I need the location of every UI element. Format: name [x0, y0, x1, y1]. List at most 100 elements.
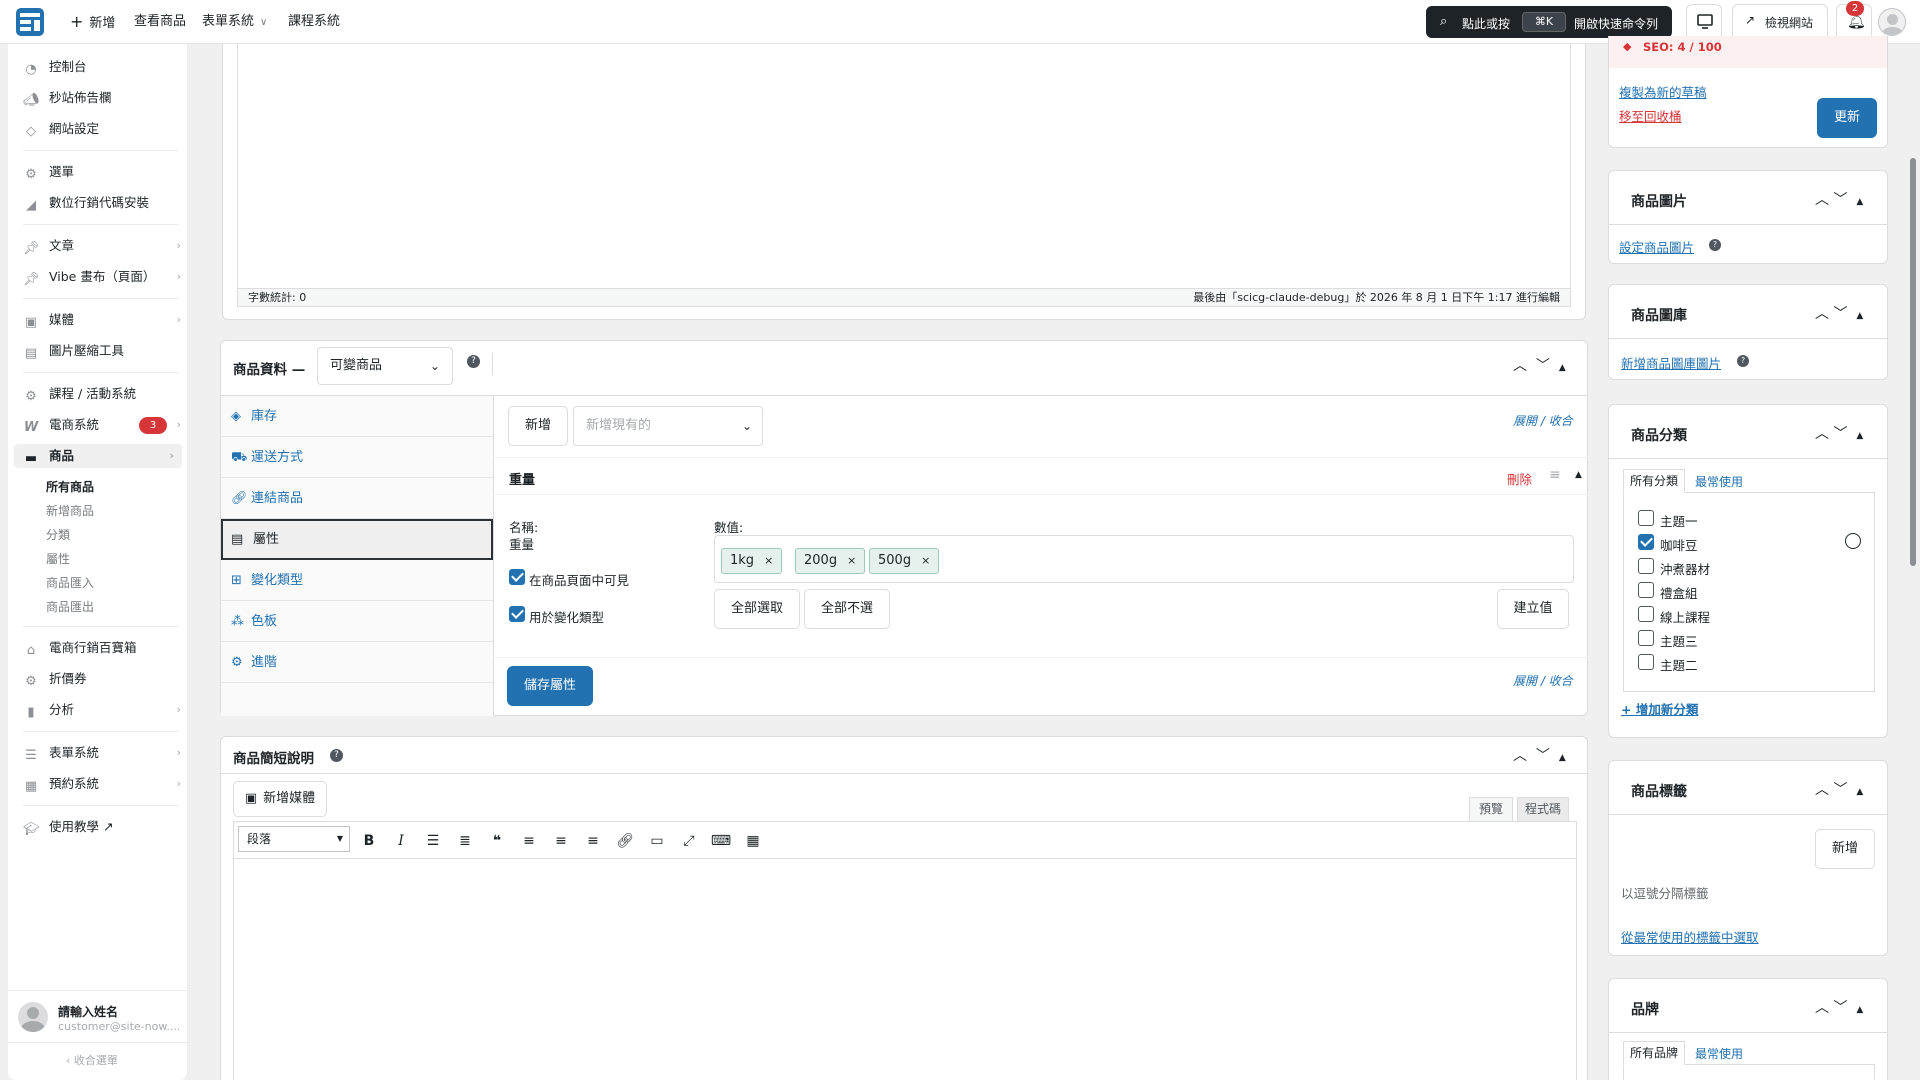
- toggle-triangle-icon[interactable]: ▲: [1856, 431, 1863, 441]
- submenu-attributes[interactable]: 屬性: [46, 549, 70, 569]
- submenu-export[interactable]: 商品匯出: [46, 597, 94, 617]
- fullscreen-icon[interactable]: ⤢: [676, 826, 702, 856]
- content-editor-area[interactable]: [237, 44, 1571, 289]
- update-button[interactable]: 更新: [1817, 98, 1877, 138]
- sidebar-item-menus[interactable]: ⚙ 選單: [23, 160, 181, 184]
- expand-collapse-link[interactable]: 展開 / 收合: [1513, 672, 1573, 689]
- help-icon[interactable]: ?: [1709, 239, 1721, 251]
- add-tag-button[interactable]: 新增: [1815, 829, 1875, 869]
- move-to-trash-link[interactable]: 移至回收桶: [1619, 106, 1682, 125]
- collapse-menu-button[interactable]: ‹ 收合選單: [66, 1052, 118, 1068]
- tab-advanced[interactable]: ⚙ 進階: [221, 642, 493, 683]
- remove-tag-icon[interactable]: ×: [847, 554, 856, 567]
- save-attributes-button[interactable]: 儲存屬性: [507, 666, 593, 706]
- add-new-category-link[interactable]: + 增加新分類: [1621, 699, 1698, 718]
- drag-handle-icon[interactable]: ≡: [1549, 467, 1561, 483]
- sidebar-item-tutorials[interactable]: 🎓︎ 使用教學 ↗: [23, 815, 181, 839]
- bullet-list-icon[interactable]: ☰: [420, 826, 446, 856]
- select-all-button[interactable]: 全部選取: [714, 589, 800, 629]
- toggle-triangle-icon[interactable]: ▲: [1559, 753, 1566, 763]
- chevron-up-icon[interactable]: ︿: [1815, 426, 1829, 442]
- tab-most-used-categories[interactable]: 最常使用: [1695, 473, 1743, 490]
- sidebar-item-analytics[interactable]: ▮ 分析 ›: [23, 698, 181, 722]
- sidebar-item-courses[interactable]: ⚙ 課程 / 活動系統: [23, 382, 181, 406]
- forms-system-menu[interactable]: 表單系統 ∨: [202, 0, 267, 44]
- short-description-editor[interactable]: [233, 859, 1577, 1080]
- create-value-button[interactable]: 建立值: [1497, 589, 1569, 629]
- read-more-icon[interactable]: ▭: [644, 826, 670, 856]
- align-left-icon[interactable]: ≡: [516, 826, 542, 856]
- box-order-controls[interactable]: ︿ ﹀ ▲: [1513, 745, 1566, 765]
- chevron-down-icon[interactable]: ﹀: [1833, 192, 1847, 208]
- box-order-controls[interactable]: ︿ ﹀ ▲: [1815, 189, 1863, 209]
- choose-from-common-tags-link[interactable]: 從最常使用的標籤中選取: [1621, 927, 1759, 946]
- keyboard-icon[interactable]: ⌨: [708, 826, 734, 856]
- numbered-list-icon[interactable]: ≣: [452, 826, 478, 856]
- box-order-controls[interactable]: ︿ ﹀ ▲: [1815, 423, 1863, 443]
- delete-attribute-link[interactable]: 刪除: [1507, 469, 1532, 488]
- submenu-all-products[interactable]: 所有商品: [46, 477, 94, 497]
- course-system-link[interactable]: 課程系統: [288, 0, 340, 44]
- tab-swatches[interactable]: ⁂ 色板: [221, 601, 493, 642]
- view-site-button[interactable]: ↗ 檢視網站: [1732, 4, 1828, 40]
- tab-most-used-brands[interactable]: 最常使用: [1695, 1045, 1743, 1062]
- remove-tag-icon[interactable]: ×: [921, 554, 930, 567]
- visible-on-product-page-checkbox[interactable]: [509, 569, 525, 585]
- select-none-button[interactable]: 全部不選: [804, 589, 890, 629]
- used-for-variations-checkbox[interactable]: [509, 606, 525, 622]
- attribute-row-header[interactable]: 重量 刪除 ≡ ▲: [495, 457, 1588, 495]
- chevron-up-icon[interactable]: ︿: [1513, 748, 1527, 764]
- chevron-down-icon[interactable]: ﹀: [1536, 748, 1550, 764]
- chevron-up-icon[interactable]: ︿: [1815, 782, 1829, 798]
- sidebar-item-products[interactable]: ▬ 商品 ›: [14, 444, 182, 468]
- toolbar-toggle-icon[interactable]: ▦: [740, 826, 766, 856]
- category-checkbox[interactable]: [1638, 606, 1654, 622]
- add-media-button[interactable]: ▣ 新增媒體: [233, 781, 327, 817]
- command-palette-button[interactable]: ⌕ 點此或按 ⌘K 開啟快速命令列: [1426, 6, 1672, 38]
- italic-icon[interactable]: I: [388, 826, 414, 856]
- primary-category-radio[interactable]: [1845, 533, 1861, 549]
- category-checkbox[interactable]: [1638, 630, 1654, 646]
- preview-device-button[interactable]: [1686, 4, 1722, 40]
- chevron-down-icon[interactable]: ﹀: [1833, 426, 1847, 442]
- category-checkbox[interactable]: [1638, 558, 1654, 574]
- box-order-controls[interactable]: ︿ ﹀ ▲: [1815, 303, 1863, 323]
- set-product-image-link[interactable]: 設定商品圖片: [1619, 237, 1694, 256]
- blockquote-icon[interactable]: ❝: [484, 826, 510, 856]
- chevron-down-icon[interactable]: ﹀: [1833, 1000, 1847, 1016]
- new-content-button[interactable]: + 新增: [70, 0, 115, 44]
- expand-collapse-link[interactable]: 展開 / 收合: [1513, 412, 1573, 429]
- format-select[interactable]: 段落 ▼: [238, 826, 350, 852]
- tab-all-brands[interactable]: 所有品牌: [1623, 1041, 1685, 1065]
- submenu-import[interactable]: 商品匯入: [46, 573, 94, 593]
- toggle-triangle-icon[interactable]: ▲: [1559, 363, 1566, 373]
- tab-all-categories[interactable]: 所有分類: [1623, 469, 1685, 493]
- link-icon[interactable]: 🔗︎: [612, 826, 638, 856]
- remove-tag-icon[interactable]: ×: [764, 554, 773, 567]
- add-attribute-button[interactable]: 新增: [508, 406, 568, 446]
- bold-icon[interactable]: B: [356, 826, 382, 856]
- category-checkbox[interactable]: [1638, 654, 1654, 670]
- existing-attribute-select[interactable]: 新增現有的 ⌄: [573, 406, 763, 446]
- add-gallery-images-link[interactable]: 新增商品圖庫圖片: [1621, 353, 1721, 372]
- sidebar-item-coupons[interactable]: ⚙ 折價券: [23, 667, 181, 691]
- category-checkbox[interactable]: [1638, 510, 1654, 526]
- sidebar-item-site-settings[interactable]: ◇ 網站設定: [23, 117, 181, 141]
- chevron-down-icon[interactable]: ﹀: [1536, 358, 1550, 374]
- tab-attributes[interactable]: ▤ 屬性: [221, 519, 493, 560]
- sidebar-item-notices[interactable]: 📣︎ 秒站佈告欄: [23, 86, 181, 110]
- copy-to-draft-link[interactable]: 複製為新的草稿: [1619, 82, 1707, 101]
- chevron-up-icon[interactable]: ︿: [1815, 306, 1829, 322]
- user-avatar[interactable]: [1878, 8, 1906, 36]
- tab-shipping[interactable]: ⛟ 運送方式: [221, 437, 493, 478]
- help-icon[interactable]: ?: [330, 749, 343, 762]
- sidebar-item-image-compress[interactable]: ▤ 圖片壓縮工具: [23, 339, 181, 363]
- chevron-down-icon[interactable]: ﹀: [1833, 306, 1847, 322]
- sidebar-item-posts[interactable]: 📌︎ 文章 ›: [23, 234, 181, 258]
- sidebar-item-booking[interactable]: ▦ 預約系統 ›: [23, 772, 181, 796]
- sidebar-item-forms[interactable]: ☰ 表單系統 ›: [23, 741, 181, 765]
- toggle-triangle-icon[interactable]: ▲: [1856, 311, 1863, 321]
- tab-inventory[interactable]: ◈ 庫存: [221, 396, 493, 437]
- category-checkbox[interactable]: [1638, 534, 1654, 550]
- toggle-triangle-icon[interactable]: ▲: [1575, 470, 1582, 480]
